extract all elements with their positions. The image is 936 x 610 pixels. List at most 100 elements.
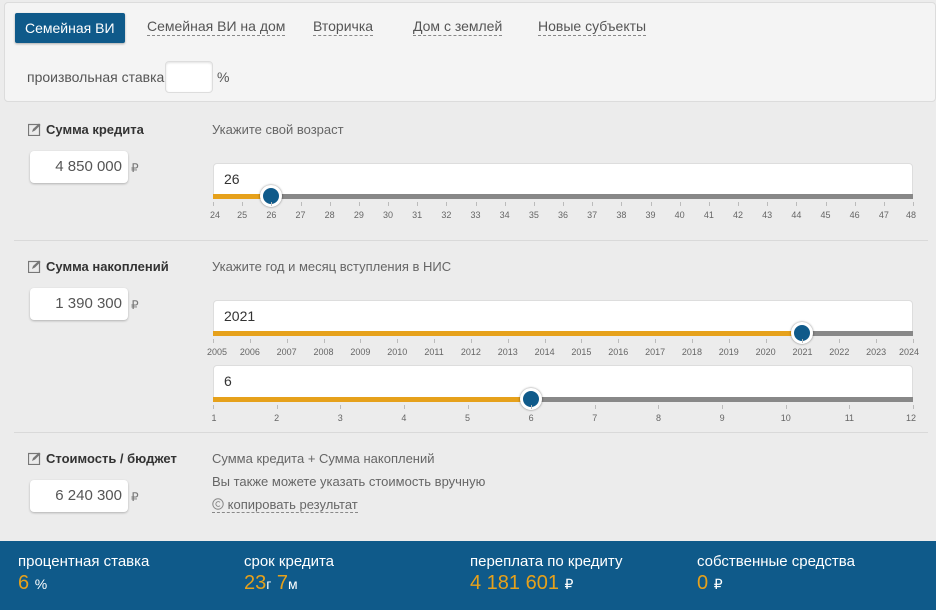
tick-mark	[276, 405, 278, 409]
copy-result-link[interactable]: копировать результат	[212, 497, 358, 513]
result-own-funds-value: 0 ₽	[697, 572, 723, 594]
tick-label: 4	[401, 413, 407, 423]
top-panel: Семейная ВИ Семейная ВИ на дом Вторичка …	[4, 2, 936, 102]
tick-label: 26	[266, 210, 277, 220]
age-hint: Укажите свой возраст	[212, 122, 344, 137]
tab-secondary[interactable]: Вторичка	[313, 17, 374, 36]
age-slider-track[interactable]	[213, 185, 913, 207]
tick-label: 24	[209, 210, 221, 220]
age-slider-box: 26	[213, 163, 913, 197]
tick-mark	[323, 339, 325, 343]
credit-amount-field[interactable]: 4 850 000	[30, 151, 128, 183]
edit-icon	[28, 260, 41, 273]
custom-rate-label: произвольная ставка	[27, 69, 165, 85]
budget-title: Стоимость / бюджет	[46, 451, 177, 466]
tick-label: 47	[878, 210, 889, 220]
tick-mark	[581, 339, 583, 343]
tick-mark	[434, 339, 436, 343]
tick-label: 7	[592, 413, 598, 423]
tick-mark	[728, 339, 730, 343]
tick-label: 42	[732, 210, 744, 220]
copyright-icon	[212, 498, 224, 510]
tick-label: 2014	[534, 347, 555, 357]
tick-label: 31	[412, 210, 423, 220]
tick-label: 6	[528, 413, 534, 423]
tick-mark	[849, 405, 851, 409]
savings-section-title[interactable]: Сумма накоплений	[28, 259, 169, 274]
tick-label: 1	[211, 413, 217, 423]
tick-label: 25	[237, 210, 248, 220]
tick-label: 48	[905, 210, 917, 220]
tick-label: 2	[274, 413, 280, 423]
tick-mark	[504, 202, 506, 206]
tick-label: 2019	[718, 347, 739, 357]
tick-mark	[839, 339, 841, 343]
tick-label: 38	[616, 210, 627, 220]
month-value: 6	[224, 373, 232, 389]
result-rate: процентная ставка 6 %	[18, 553, 149, 595]
tick-mark	[249, 339, 251, 343]
savings-amount-field[interactable]: 1 390 300	[30, 288, 128, 320]
tick-label: 5	[465, 413, 471, 423]
tab-family-vi[interactable]: Семейная ВИ	[15, 13, 125, 43]
tick-mark	[544, 339, 546, 343]
result-term-value: 23г 7м	[244, 572, 298, 594]
tick-label: 3	[337, 413, 343, 423]
credit-section-title[interactable]: Сумма кредита	[28, 122, 144, 137]
tick-mark	[360, 339, 362, 343]
savings-currency: ₽	[131, 298, 139, 312]
savings-title: Сумма накоплений	[46, 259, 169, 274]
tick-mark	[883, 202, 885, 206]
tick-mark	[271, 202, 273, 206]
tick-mark	[470, 339, 472, 343]
month-slider-box: 6	[213, 365, 913, 399]
tab-house-with-land[interactable]: Дом с землей	[413, 17, 503, 36]
tick-label: 2010	[387, 347, 408, 357]
tick-label: 37	[587, 210, 598, 220]
month-slider-track[interactable]	[213, 388, 913, 410]
tick-label: 2015	[571, 347, 592, 357]
tick-mark	[507, 339, 509, 343]
tick-mark	[403, 405, 405, 409]
result-own-funds-label: собственные средства	[697, 553, 855, 570]
budget-section-title[interactable]: Стоимость / бюджет	[28, 451, 177, 466]
tick-mark	[738, 202, 739, 206]
tick-label: 27	[295, 210, 306, 220]
tick-mark	[765, 339, 767, 343]
tab-family-vi-house[interactable]: Семейная ВИ на дом	[147, 17, 286, 36]
tick-mark	[358, 202, 360, 206]
year-slider-track[interactable]	[213, 322, 913, 344]
tick-label: 2024	[898, 347, 920, 357]
tick-mark	[397, 339, 399, 343]
month-slider-fill	[213, 397, 532, 402]
tick-mark	[475, 202, 477, 206]
tick-label: 40	[674, 210, 685, 220]
tick-mark	[340, 405, 342, 409]
tick-mark	[691, 339, 693, 343]
tick-mark	[533, 202, 535, 206]
tick-label: 2007	[276, 347, 297, 357]
tick-label: 41	[703, 210, 714, 220]
tick-mark	[592, 202, 594, 206]
result-term: срок кредита 23г 7м	[244, 553, 334, 595]
tick-mark	[802, 339, 804, 343]
tick-label: 2022	[829, 347, 850, 357]
credit-title: Сумма кредита	[46, 122, 144, 137]
divider	[14, 432, 928, 433]
result-rate-label: процентная ставка	[18, 553, 150, 570]
age-ticks: 24 25 26 27 28 29 30 31 32 33 34 35 36 37 38 39 40 41 42 43…	[209, 202, 917, 226]
custom-rate-unit: %	[217, 69, 230, 85]
tick-mark	[286, 339, 288, 343]
tick-mark	[913, 202, 914, 206]
tick-mark	[650, 202, 652, 206]
custom-rate-input[interactable]	[165, 61, 213, 93]
tick-label: 12	[905, 413, 917, 423]
tick-label: 2013	[497, 347, 518, 357]
tab-new-regions[interactable]: Новые субъекты	[538, 17, 647, 36]
budget-amount-field[interactable]: 6 240 300	[30, 480, 128, 512]
tick-mark	[785, 405, 787, 409]
result-term-label: срок кредита	[244, 553, 335, 570]
tick-mark	[300, 202, 302, 206]
credit-currency: ₽	[131, 161, 139, 175]
tick-label: 28	[324, 210, 335, 220]
